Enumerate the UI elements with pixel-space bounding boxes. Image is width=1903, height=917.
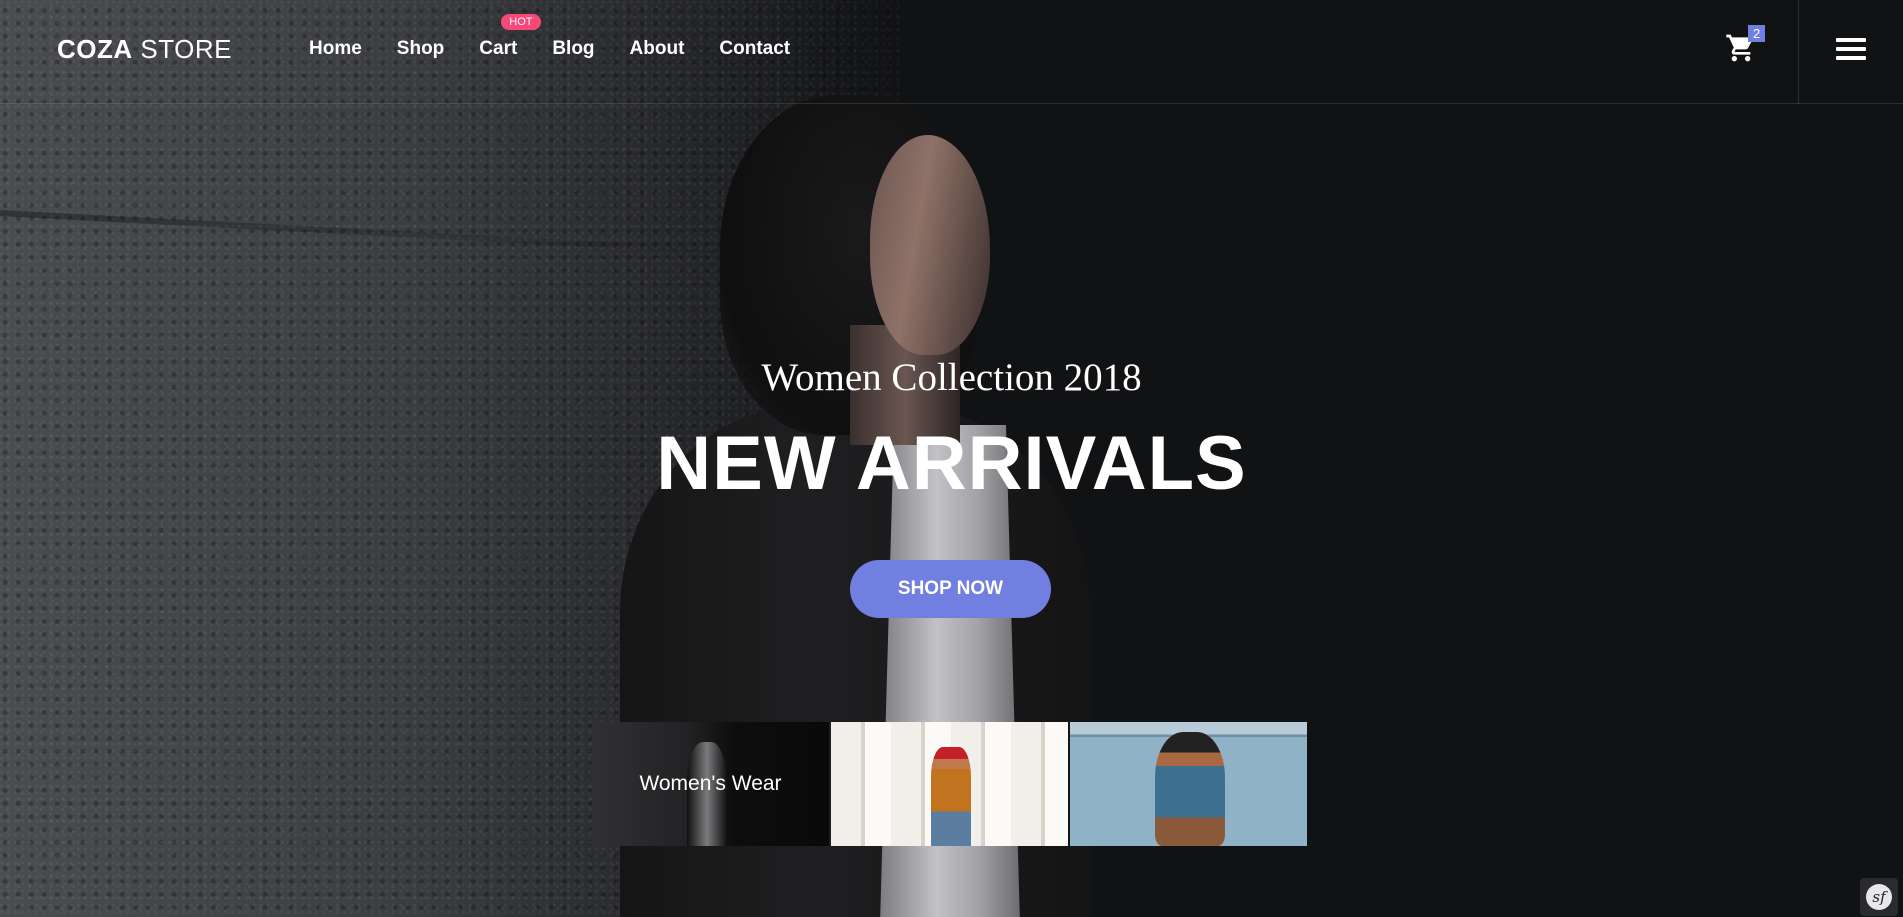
logo-bold-text: COZA: [57, 34, 133, 64]
site-header: COZA STORE Home Shop Cart HOT Blog About…: [0, 0, 1903, 104]
logo-light-text: STORE: [132, 34, 232, 64]
thumbnail-person: [931, 747, 971, 846]
model-face: [870, 135, 990, 355]
thumbnail-men-backpack[interactable]: [1070, 722, 1307, 846]
symfony-icon[interactable]: sf: [1860, 878, 1898, 916]
thumbnail-men-red-cap[interactable]: [831, 722, 1068, 846]
nav-blog[interactable]: Blog: [552, 38, 594, 60]
shop-now-button[interactable]: SHOP NOW: [850, 560, 1051, 618]
nav-contact[interactable]: Contact: [719, 38, 790, 60]
cart-count-badge: 2: [1748, 25, 1766, 42]
thumbnail-label: Women's Wear: [592, 722, 829, 846]
nav-shop[interactable]: Shop: [397, 38, 445, 60]
nav-label: About: [629, 38, 685, 59]
main-nav: Home Shop Cart HOT Blog About Contact: [309, 14, 825, 60]
hamburger-menu-icon[interactable]: [1836, 38, 1866, 60]
nav-about[interactable]: About: [630, 38, 685, 60]
slider-thumbnails: Women's Wear: [592, 722, 1307, 846]
thumbnail-womens-wear[interactable]: Women's Wear: [592, 722, 829, 846]
hero-slider: Women Collection 2018 NEW ARRIVALS SHOP …: [0, 0, 1903, 917]
nav-label: Blog: [552, 38, 595, 59]
nav-cart[interactable]: Cart HOT: [479, 14, 541, 60]
nav-label: Contact: [719, 38, 791, 59]
hero-title: NEW ARRIVALS: [656, 421, 1247, 506]
store-logo[interactable]: COZA STORE: [57, 34, 232, 65]
thumbnail-person: [1155, 732, 1225, 846]
hero-subtitle: Women Collection 2018: [761, 356, 1142, 399]
header-divider: [1798, 0, 1799, 104]
nav-label: Home: [309, 38, 362, 59]
nav-label: Cart: [479, 38, 518, 59]
hot-badge: HOT: [501, 14, 541, 30]
nav-label: Shop: [396, 38, 445, 59]
nav-home[interactable]: Home: [309, 38, 362, 60]
